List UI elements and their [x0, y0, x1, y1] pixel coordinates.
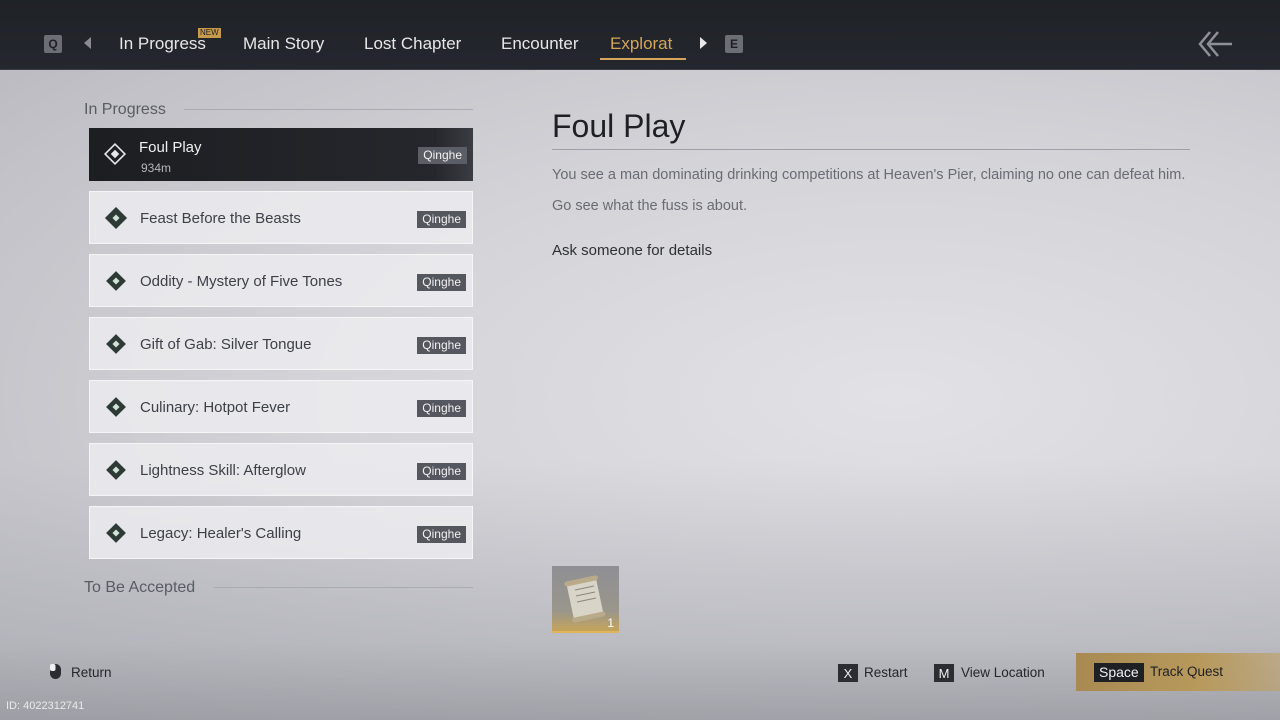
- quest-item[interactable]: Legacy: Healer's Calling Qinghe: [89, 506, 473, 559]
- prev-tab-key[interactable]: Q: [44, 35, 62, 53]
- quest-title: Culinary: Hotpot Fever: [140, 399, 291, 416]
- section-to-be-accepted[interactable]: To Be Accepted: [84, 579, 195, 597]
- quest-item[interactable]: Oddity - Mystery of Five Tones Qinghe: [89, 254, 473, 307]
- quest-title: Legacy: Healer's Calling: [140, 525, 302, 542]
- region-tag: Qinghe: [417, 211, 466, 228]
- tab-exploration[interactable]: Explorat: [610, 34, 672, 54]
- quest-diamond-icon: [106, 523, 126, 543]
- quest-diamond-icon: [106, 271, 126, 291]
- new-badge: NEW: [198, 28, 221, 38]
- region-tag: Qinghe: [417, 337, 466, 354]
- quest-detail-title: Foul Play: [552, 108, 686, 144]
- view-location-key: M: [934, 664, 954, 682]
- track-quest-key: Space: [1094, 663, 1144, 682]
- restart-key: X: [838, 664, 858, 682]
- quest-item-selected[interactable]: Foul Play 934m Qinghe: [89, 128, 473, 181]
- region-tag: Qinghe: [417, 526, 466, 543]
- player-id: ID: 4022312741: [6, 700, 85, 712]
- tab-encounter[interactable]: Encounter: [501, 34, 579, 54]
- section-divider: [214, 587, 473, 588]
- next-arrow-icon[interactable]: [700, 37, 707, 49]
- scroll-icon: [564, 575, 606, 623]
- quest-objective: Ask someone for details: [552, 242, 713, 259]
- quest-diamond-icon: [103, 142, 127, 166]
- quest-title: Foul Play: [139, 139, 202, 156]
- tab-in-progress[interactable]: In Progress: [119, 34, 206, 54]
- quest-diamond-icon: [106, 334, 126, 354]
- active-tab-underline: [600, 58, 686, 60]
- quest-title: Gift of Gab: Silver Tongue: [140, 336, 312, 353]
- reward-count: 1: [607, 616, 614, 630]
- quest-item[interactable]: Gift of Gab: Silver Tongue Qinghe: [89, 317, 473, 370]
- tab-main-story[interactable]: Main Story: [243, 34, 324, 54]
- reward-item[interactable]: 1: [552, 566, 619, 633]
- quest-item[interactable]: Culinary: Hotpot Fever Qinghe: [89, 380, 473, 433]
- quest-title: Oddity - Mystery of Five Tones: [140, 273, 343, 290]
- back-arrow-icon[interactable]: [1196, 28, 1236, 60]
- prev-arrow-icon[interactable]: [84, 37, 91, 49]
- mouse-icon: [50, 664, 61, 679]
- detail-divider: [552, 149, 1190, 150]
- restart-button[interactable]: Restart: [864, 665, 908, 680]
- quest-diamond-icon: [106, 460, 126, 480]
- return-button[interactable]: Return: [71, 665, 112, 680]
- tab-lost-chapter[interactable]: Lost Chapter: [364, 34, 461, 54]
- quest-title: Feast Before the Beasts: [140, 210, 301, 227]
- track-quest-button[interactable]: Space Track Quest: [1076, 653, 1280, 691]
- next-tab-key[interactable]: E: [725, 35, 743, 53]
- region-tag: Qinghe: [417, 274, 466, 291]
- view-location-button[interactable]: View Location: [961, 665, 1045, 680]
- top-nav-bar: Q In Progress NEW Main Story Lost Chapte…: [0, 0, 1280, 70]
- quest-title: Lightness Skill: Afterglow: [140, 462, 306, 479]
- section-divider: [184, 109, 473, 110]
- quest-distance: 934m: [141, 161, 172, 175]
- region-tag: Qinghe: [418, 147, 467, 164]
- section-in-progress: In Progress: [84, 101, 166, 118]
- quest-description: You see a man dominating drinking compet…: [552, 167, 1186, 214]
- track-quest-label: Track Quest: [1150, 664, 1224, 679]
- region-tag: Qinghe: [417, 400, 466, 417]
- quest-item[interactable]: Feast Before the Beasts Qinghe: [89, 191, 473, 244]
- quest-diamond-icon: [104, 206, 128, 230]
- quest-diamond-icon: [106, 397, 126, 417]
- quest-item[interactable]: Lightness Skill: Afterglow Qinghe: [89, 443, 473, 496]
- region-tag: Qinghe: [417, 463, 466, 480]
